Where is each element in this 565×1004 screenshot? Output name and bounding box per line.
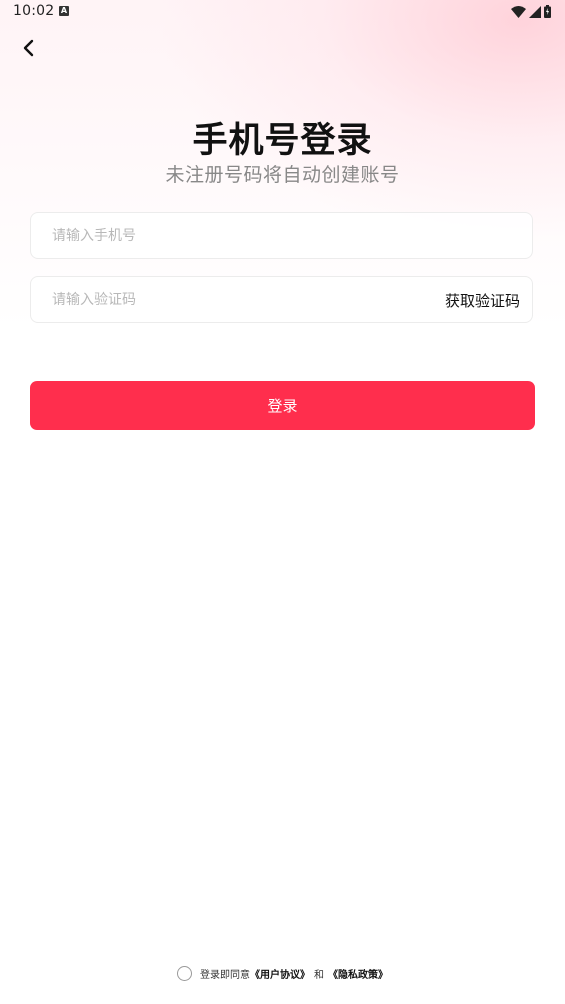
signal-icon bbox=[529, 3, 541, 22]
phone-field[interactable] bbox=[30, 212, 533, 259]
status-icons bbox=[511, 4, 551, 20]
get-code-button[interactable]: 获取验证码 bbox=[445, 290, 520, 311]
agreement-row: 登录即同意 《用户协议》 和 《隐私政策》 bbox=[0, 963, 565, 983]
agreement-prefix: 登录即同意 bbox=[200, 969, 250, 981]
page-subtitle: 未注册号码将自动创建账号 bbox=[165, 164, 400, 186]
user-agreement-link[interactable]: 《用户协议》 bbox=[250, 966, 310, 981]
status-time: 10:02 bbox=[13, 3, 55, 19]
chevron-left-icon bbox=[21, 39, 35, 61]
status-bar: 10:02 A bbox=[0, 0, 565, 24]
login-button-label: 登录 bbox=[267, 397, 298, 415]
battery-icon bbox=[544, 3, 551, 22]
phone-input[interactable] bbox=[52, 213, 412, 258]
back-button[interactable] bbox=[14, 36, 42, 64]
privacy-policy-link[interactable]: 《隐私政策》 bbox=[328, 966, 388, 981]
verification-code-input[interactable] bbox=[52, 277, 412, 322]
wifi-icon bbox=[511, 3, 526, 22]
notification-a-icon: A bbox=[59, 6, 69, 16]
login-button[interactable]: 登录 bbox=[30, 381, 535, 430]
agreement-checkbox[interactable] bbox=[177, 965, 192, 981]
agreement-and: 和 bbox=[314, 969, 324, 981]
page-title: 手机号登录 bbox=[192, 121, 373, 161]
code-field[interactable]: 获取验证码 bbox=[30, 276, 533, 323]
